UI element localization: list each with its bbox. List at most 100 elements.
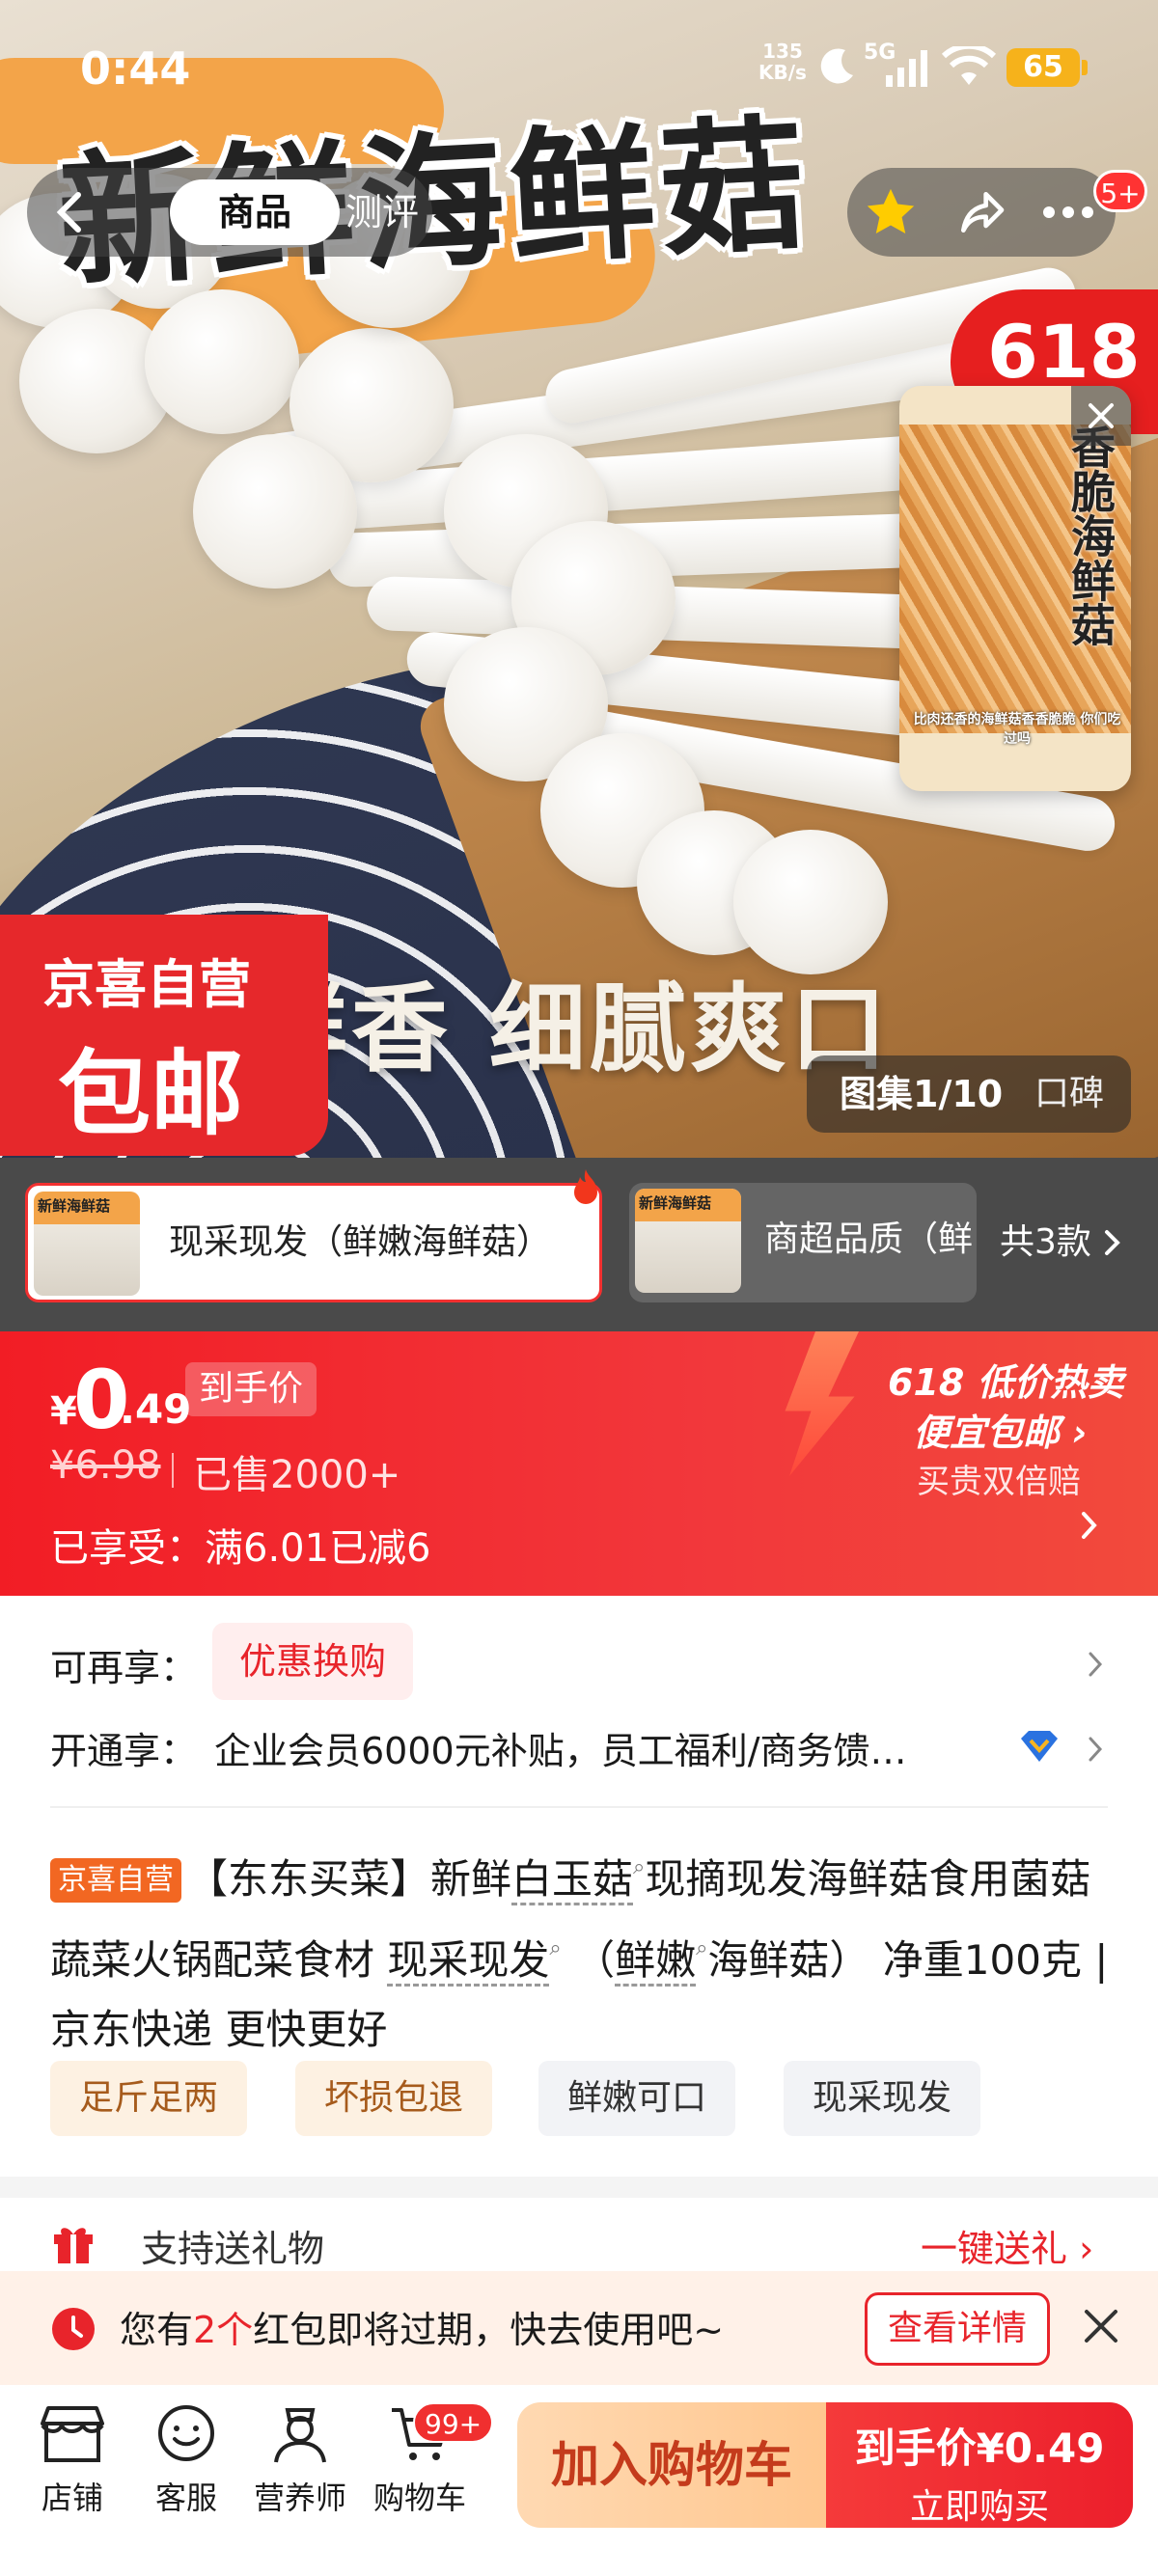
chevron-left-icon — [56, 192, 81, 233]
nutritionist-button[interactable]: 营养师 — [247, 2404, 353, 2518]
send-gift-link[interactable]: 一键送礼 › — [921, 2219, 1093, 2272]
share-button[interactable] — [938, 168, 1025, 257]
title-keyword-link[interactable]: 现采现发 — [387, 1936, 550, 1987]
membership-value: 企业会员6000元补贴，员工福利/商务馈… — [214, 1730, 907, 1772]
title-keyword-link[interactable]: 白玉菇 — [511, 1855, 634, 1905]
promo-title: 618 低价热卖 — [888, 1361, 1124, 1404]
feature-tag: 足斤足两 — [50, 2061, 248, 2136]
top-nav-tabs: 商品 测评 — [27, 168, 432, 257]
badge-bottom-text: 包邮 — [58, 1040, 243, 1148]
floating-card-title: 香脆海鲜菇 — [1064, 425, 1117, 646]
search-icon: ⌕ — [696, 1936, 708, 1960]
variant-option[interactable]: 新鲜海鲜菇 商超品质（鲜 — [629, 1183, 977, 1302]
badge-top-text: 京喜自营 — [42, 954, 251, 1015]
back-button[interactable] — [27, 168, 114, 257]
product-title: 京喜自营 【东东买菜】新鲜白玉菇⌕现摘现发海鲜菇食用菌菇蔬菜火锅配菜食材 现采现发… — [50, 1833, 1112, 2065]
battery-indicator: 65 — [1006, 48, 1088, 87]
variant-count-label: 共3款 — [1000, 1222, 1091, 1262]
original-price: ¥6.98 — [50, 1443, 161, 1488]
feature-tag: 鲜嫩可口 — [538, 2061, 736, 2136]
wifi-icon — [942, 46, 996, 85]
self-operated-tag: 京喜自营 — [50, 1858, 181, 1903]
variant-thumb-text: 新鲜海鲜菇 — [38, 1197, 111, 1215]
coupon-count: 2个 — [193, 2309, 254, 2351]
tab-review[interactable]: 测评 — [345, 179, 432, 245]
gallery-counter[interactable]: 图集1/10 口碑 — [807, 1055, 1131, 1133]
variant-count-button[interactable]: 共3款 — [1000, 1196, 1123, 1289]
gift-icon — [54, 2228, 93, 2263]
variant-option-selected[interactable]: 新鲜海鲜菇 现采现发（鲜嫩海鲜菇） — [25, 1183, 602, 1302]
shop-button[interactable]: 店铺 — [19, 2404, 125, 2518]
cart-count-badge: 99+ — [413, 2402, 494, 2443]
cart-label: 购物车 — [372, 2480, 466, 2516]
buy-now-button[interactable]: 到手价¥0.49 立即购买 — [826, 2402, 1133, 2528]
hot-flame-icon — [574, 1169, 597, 1204]
service-label: 客服 — [154, 2480, 217, 2516]
net-speed-unit: KB/s — [758, 61, 807, 84]
divider — [50, 1806, 1108, 1808]
price-banner: ¥ 0 .49 到手价 ¥6.98 已售2000+ 已享受：满6.01已减6 6… — [0, 1331, 1158, 1596]
membership-label: 开通享： — [50, 1730, 198, 1772]
view-details-button[interactable]: 查看详情 — [865, 2292, 1050, 2366]
title-keyword-link[interactable]: 鲜嫩 — [615, 1936, 697, 1987]
close-icon — [1089, 403, 1114, 428]
customer-service-button[interactable]: 客服 — [133, 2404, 239, 2518]
add-to-cart-button[interactable]: 加入购物车 — [517, 2402, 826, 2528]
tab-product[interactable]: 商品 — [170, 179, 340, 245]
variant-thumb-text: 新鲜海鲜菇 — [639, 1194, 712, 1212]
status-bar: 0:44 135 KB/s 5G 65 — [0, 0, 1158, 135]
hero-caption: 鲜香 细腻爽口 — [251, 973, 891, 1085]
clock-icon — [52, 2308, 95, 2350]
nutritionist-label: 营养师 — [253, 2480, 346, 2516]
chevron-right-icon[interactable] — [1079, 1509, 1100, 1542]
gift-label: 支持送礼物 — [141, 2228, 325, 2270]
discount-applied[interactable]: 已享受：满6.01已减6 — [50, 1517, 431, 1573]
extra-benefit-label: 可再享： — [50, 1647, 198, 1689]
variant-thumbnail: 新鲜海鲜菇 — [34, 1192, 140, 1296]
moon-icon — [820, 48, 853, 84]
sold-count: 已售2000+ — [171, 1443, 400, 1499]
coupon-text-part: 您有 — [120, 2309, 194, 2351]
floating-card-close-button[interactable] — [1071, 386, 1131, 446]
variant-thumbnail: 新鲜海鲜菇 — [635, 1189, 741, 1293]
price-decimal: .49 — [120, 1385, 192, 1433]
coupon-message: 您有2个红包即将过期，快去使用吧~ — [120, 2300, 724, 2353]
gallery-index: 图集1/10 — [840, 1073, 1004, 1115]
star-icon — [867, 188, 915, 233]
buy-now-label: 立即购买 — [909, 2487, 1049, 2527]
search-icon: ⌕ — [633, 1855, 646, 1879]
chevron-right-icon[interactable] — [1087, 1650, 1104, 1679]
buy-now-price: 到手价¥0.49 — [854, 2425, 1105, 2472]
feature-tag: 现采现发 — [784, 2061, 981, 2136]
favorite-button[interactable] — [847, 168, 934, 257]
floating-card-caption: 比肉还香的海鲜菇香香脆脆 你们吃过吗 — [913, 712, 1121, 747]
floating-video-card[interactable]: 香脆海鲜菇 比肉还香的海鲜菇香香脆脆 你们吃过吗 — [899, 386, 1131, 791]
search-icon: ⌕ — [549, 1936, 562, 1960]
section-separator — [0, 2177, 1158, 2198]
nutritionist-icon — [274, 2408, 326, 2463]
share-icon — [961, 192, 1005, 233]
exchange-chip[interactable]: 优惠换购 — [212, 1623, 414, 1700]
title-text: 【东东买菜】新鲜 — [187, 1855, 512, 1903]
variant-label: 现采现发（鲜嫩海鲜菇） — [169, 1222, 552, 1262]
product-info: 可再享： 优惠换购 开通享： 企业会员6000元补贴，员工福利/商务馈… 京喜自… — [0, 1596, 1158, 2194]
status-time: 0:44 — [80, 42, 191, 95]
coupon-text-part: 红包即将过期，快去使用吧~ — [253, 2309, 725, 2351]
more-icon — [1043, 206, 1093, 218]
title-text: （ — [574, 1936, 616, 1984]
promo-free-shipping-link[interactable]: 便宜包邮 › — [913, 1403, 1088, 1456]
close-icon[interactable] — [1081, 2306, 1121, 2346]
reputation-tab[interactable]: 口碑 — [1034, 1055, 1104, 1133]
diamond-icon — [1021, 1731, 1058, 1762]
promo-guarantee: 买贵双倍赔 — [917, 1463, 1081, 1501]
signal-icon — [886, 50, 927, 87]
shop-label: 店铺 — [41, 2480, 103, 2516]
network-speed: 135 KB/s — [758, 41, 807, 83]
final-price-tag: 到手价 — [185, 1362, 317, 1416]
lightning-decoration — [785, 1331, 859, 1476]
coupon-expiry-bar: 您有2个红包即将过期，快去使用吧~ 查看详情 — [0, 2271, 1158, 2385]
chevron-right-icon[interactable] — [1087, 1735, 1104, 1764]
message-badge: 5+ — [1093, 170, 1147, 212]
shop-icon — [41, 2406, 104, 2462]
top-actions — [847, 168, 1116, 257]
